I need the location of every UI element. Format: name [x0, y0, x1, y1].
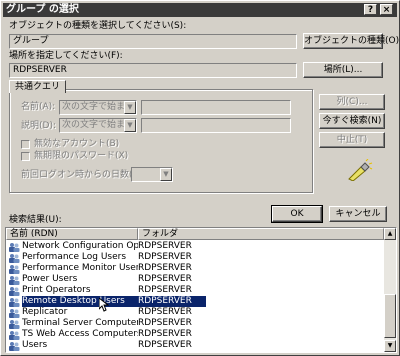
row-folder: RDPSERVER [138, 252, 192, 262]
row-folder: RDPSERVER [138, 263, 192, 273]
disabled-accounts-label: 無効なアカウント(B) [34, 139, 120, 149]
row-name: Users [22, 340, 48, 350]
description-label: 説明(D): [21, 121, 56, 131]
row-folder: RDPSERVER [138, 307, 192, 317]
help-button[interactable]: ? [364, 4, 377, 15]
row-name: Print Operators [22, 285, 91, 295]
window-title: グループ の選択 [6, 4, 79, 15]
title-bar[interactable]: グループ の選択 ? × [3, 3, 397, 17]
vertical-scrollbar[interactable]: ▲ ▼ [384, 228, 396, 352]
table-row[interactable]: TS Web Access Computers RDPSERVER [6, 329, 384, 340]
row-name: Network Configuration Operators [22, 241, 138, 251]
group-icon [8, 242, 20, 252]
description-input[interactable] [141, 118, 291, 133]
table-row[interactable]: Terminal Server Computers RDPSERVER [6, 318, 384, 329]
group-icon [8, 297, 20, 307]
name-mode-select[interactable]: 次の文字で始まる ▼ [59, 100, 137, 115]
table-row[interactable]: Print Operators RDPSERVER [6, 285, 384, 296]
stop-button[interactable]: 中止(T) [319, 132, 385, 148]
days-since-logon-select[interactable]: ▼ [131, 167, 173, 182]
scroll-thumb[interactable] [384, 294, 396, 338]
group-icon [8, 286, 20, 296]
group-icon [8, 330, 20, 340]
row-name: Performance Monitor Users [22, 263, 138, 273]
table-row[interactable]: Remote Desktop Users RDPSERVER [6, 296, 384, 307]
column-header-name[interactable]: 名前 (RDN) [6, 228, 138, 240]
name-label: 名前(A): [21, 102, 56, 112]
table-row[interactable]: Network Configuration OperatorsRDPSERVER [6, 241, 384, 252]
group-icon [8, 308, 20, 318]
table-row[interactable]: Performance Monitor Users RDPSERVER [6, 263, 384, 274]
row-folder: RDPSERVER [138, 296, 206, 307]
table-row[interactable]: Replicator RDPSERVER [6, 307, 384, 318]
group-icon [8, 275, 20, 285]
name-input[interactable] [141, 100, 291, 115]
row-folder: RDPSERVER [138, 241, 192, 251]
search-flashlight-icon [347, 158, 373, 182]
table-row[interactable]: Users RDPSERVER [6, 340, 384, 351]
non-expiring-password-label: 無期限のパスワード(X) [34, 151, 129, 161]
row-folder: RDPSERVER [138, 285, 192, 295]
row-name: Remote Desktop Users [22, 296, 138, 307]
description-mode-select[interactable]: 次の文字で始まる ▼ [59, 118, 137, 133]
row-name: Terminal Server Computers [22, 318, 138, 328]
row-folder: RDPSERVER [138, 329, 192, 339]
group-icon [8, 319, 20, 329]
chevron-down-icon: ▼ [124, 101, 136, 114]
scroll-down-button[interactable]: ▼ [384, 340, 396, 352]
search-results-label: 検索結果(U): [9, 215, 62, 225]
object-types-button[interactable]: オブジェクトの種類(O)... [303, 33, 400, 49]
close-button[interactable]: × [380, 4, 393, 15]
group-icon [8, 341, 20, 351]
days-since-logon-label: 前回ログオン時からの日数(I): [21, 170, 142, 180]
tab-common-queries[interactable]: 共通クエリ [9, 80, 67, 93]
mouse-cursor-icon [98, 296, 110, 312]
object-type-field: グループ [9, 34, 297, 49]
row-name: Replicator [22, 307, 68, 317]
row-folder: RDPSERVER [138, 318, 192, 328]
table-row[interactable]: Power Users RDPSERVER [6, 274, 384, 285]
row-folder: RDPSERVER [138, 274, 192, 284]
column-header-folder[interactable]: フォルダ [138, 228, 384, 240]
columns-button[interactable]: 列(C)... [319, 94, 385, 110]
select-group-dialog: グループ の選択 ? × オブジェクトの種類を選択してください(S): グループ… [0, 0, 400, 356]
row-name: Power Users [22, 274, 78, 284]
row-name: TS Web Access Computers [22, 329, 138, 339]
location-field: RDPSERVER [9, 63, 297, 78]
row-folder: RDPSERVER [138, 340, 192, 350]
scroll-up-button[interactable]: ▲ [384, 228, 396, 240]
locations-button[interactable]: 場所(L)... [303, 62, 383, 78]
object-type-label: オブジェクトの種類を選択してください(S): [9, 21, 187, 31]
non-expiring-password-checkbox[interactable] [21, 152, 30, 161]
search-results-list[interactable]: 名前 (RDN) フォルダ Network Configuration Oper… [5, 227, 397, 353]
chevron-down-icon: ▼ [160, 168, 172, 181]
group-icon [8, 253, 20, 263]
cancel-button[interactable]: キャンセル [329, 206, 387, 222]
location-label: 場所を指定してください(F): [9, 51, 123, 61]
row-name: Performance Log Users [22, 252, 127, 262]
disabled-accounts-checkbox[interactable] [21, 140, 30, 149]
find-now-button[interactable]: 今すぐ検索(N) [319, 113, 385, 129]
table-row[interactable]: Performance Log Users RDPSERVER [6, 252, 384, 263]
ok-button[interactable]: OK [271, 205, 323, 223]
chevron-down-icon: ▼ [124, 119, 136, 132]
group-icon [8, 264, 20, 274]
